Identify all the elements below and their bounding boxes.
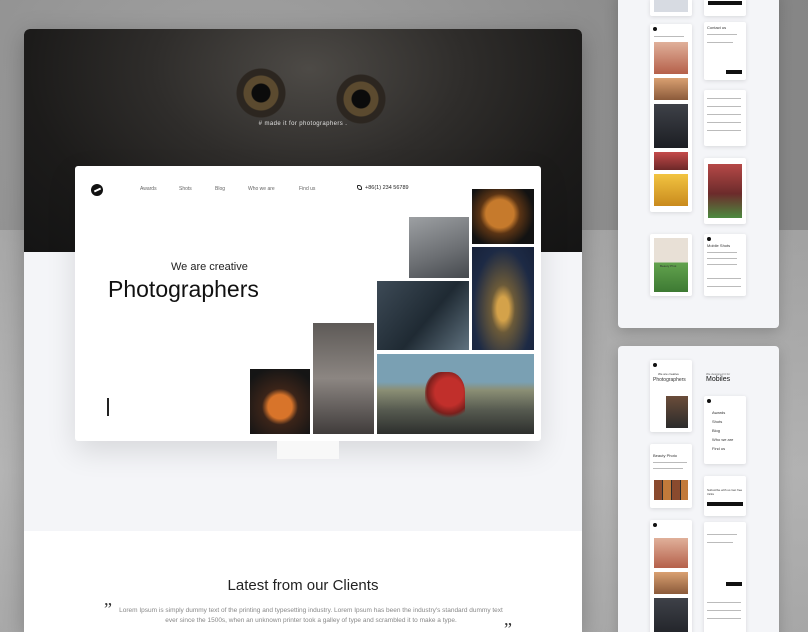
nav-item-blog[interactable]: Blog	[215, 186, 225, 192]
quote-close-icon: ”	[504, 619, 512, 632]
preview-stand	[277, 441, 339, 459]
website-preview: Awards Shots Blog Who we are Find us +86…	[75, 166, 541, 441]
photo-woman-reclining[interactable]	[377, 281, 469, 350]
nav-item-awards[interactable]: Awards	[140, 186, 157, 192]
mini-screen-contact-2	[704, 522, 746, 632]
mini-screen-photo	[704, 158, 746, 224]
phone-icon	[357, 185, 362, 190]
mini-screen-beauty-photo: Beauty Photo	[650, 444, 692, 508]
mobile-preview-card-1: Beauty Phot Contact us Mobile Shots	[618, 0, 779, 328]
clients-title: Latest from our Clients	[227, 577, 379, 594]
mobile-preview-card-2: We are creative Photographers We designe…	[618, 346, 779, 632]
mini-screen-list	[704, 90, 746, 146]
photo-eiffel-tower[interactable]	[472, 247, 534, 350]
nav-item-find-us[interactable]: Find us	[299, 186, 315, 192]
mini-screen-home: We are creative Photographers	[650, 360, 692, 432]
clients-text: Lorem Ipsum is simply dummy text of the …	[119, 607, 503, 624]
mini-screen-social	[704, 0, 746, 16]
photo-tiger[interactable]	[472, 189, 534, 244]
quote-open-icon: ”	[104, 599, 112, 619]
phone-number[interactable]: +86(1) 234 56789	[357, 185, 409, 191]
mini-screen-nav-menu: Awards Shots Blog Who we are Find us	[704, 396, 746, 464]
mini-screen-gallery	[650, 24, 692, 212]
mini-screen-subscribe: Subscribe with us Get free tricks	[704, 476, 746, 516]
mobiles-caption: Mobiles	[706, 376, 731, 383]
logo-icon[interactable]	[91, 184, 103, 196]
phone-text: +86(1) 234 56789	[365, 185, 409, 191]
mini-screen-contact: Contact us	[704, 22, 746, 80]
mini-screen-top-left	[650, 0, 692, 16]
nav-item-shots[interactable]: Shots	[179, 186, 192, 192]
hero-tagline: # made it for photographers .	[258, 121, 348, 127]
photo-beach-people[interactable]	[409, 217, 469, 278]
desktop-mockup: # made it for photographers . Awards Sho…	[24, 29, 582, 632]
creative-heading: We are creative	[171, 261, 248, 273]
nav-item-who-we-are[interactable]: Who we are	[248, 186, 275, 192]
scroll-indicator	[107, 398, 109, 416]
mini-screen-gallery-2	[650, 520, 692, 632]
photo-dancing-couple[interactable]	[377, 354, 534, 434]
mini-screen-beauty: Beauty Phot	[650, 234, 692, 296]
photo-woman-sitting[interactable]	[313, 323, 374, 434]
mini-screen-menu: Mobile Shots	[704, 234, 746, 296]
photo-pumpkin[interactable]	[250, 369, 310, 434]
photographers-heading: Photographers	[108, 276, 259, 302]
